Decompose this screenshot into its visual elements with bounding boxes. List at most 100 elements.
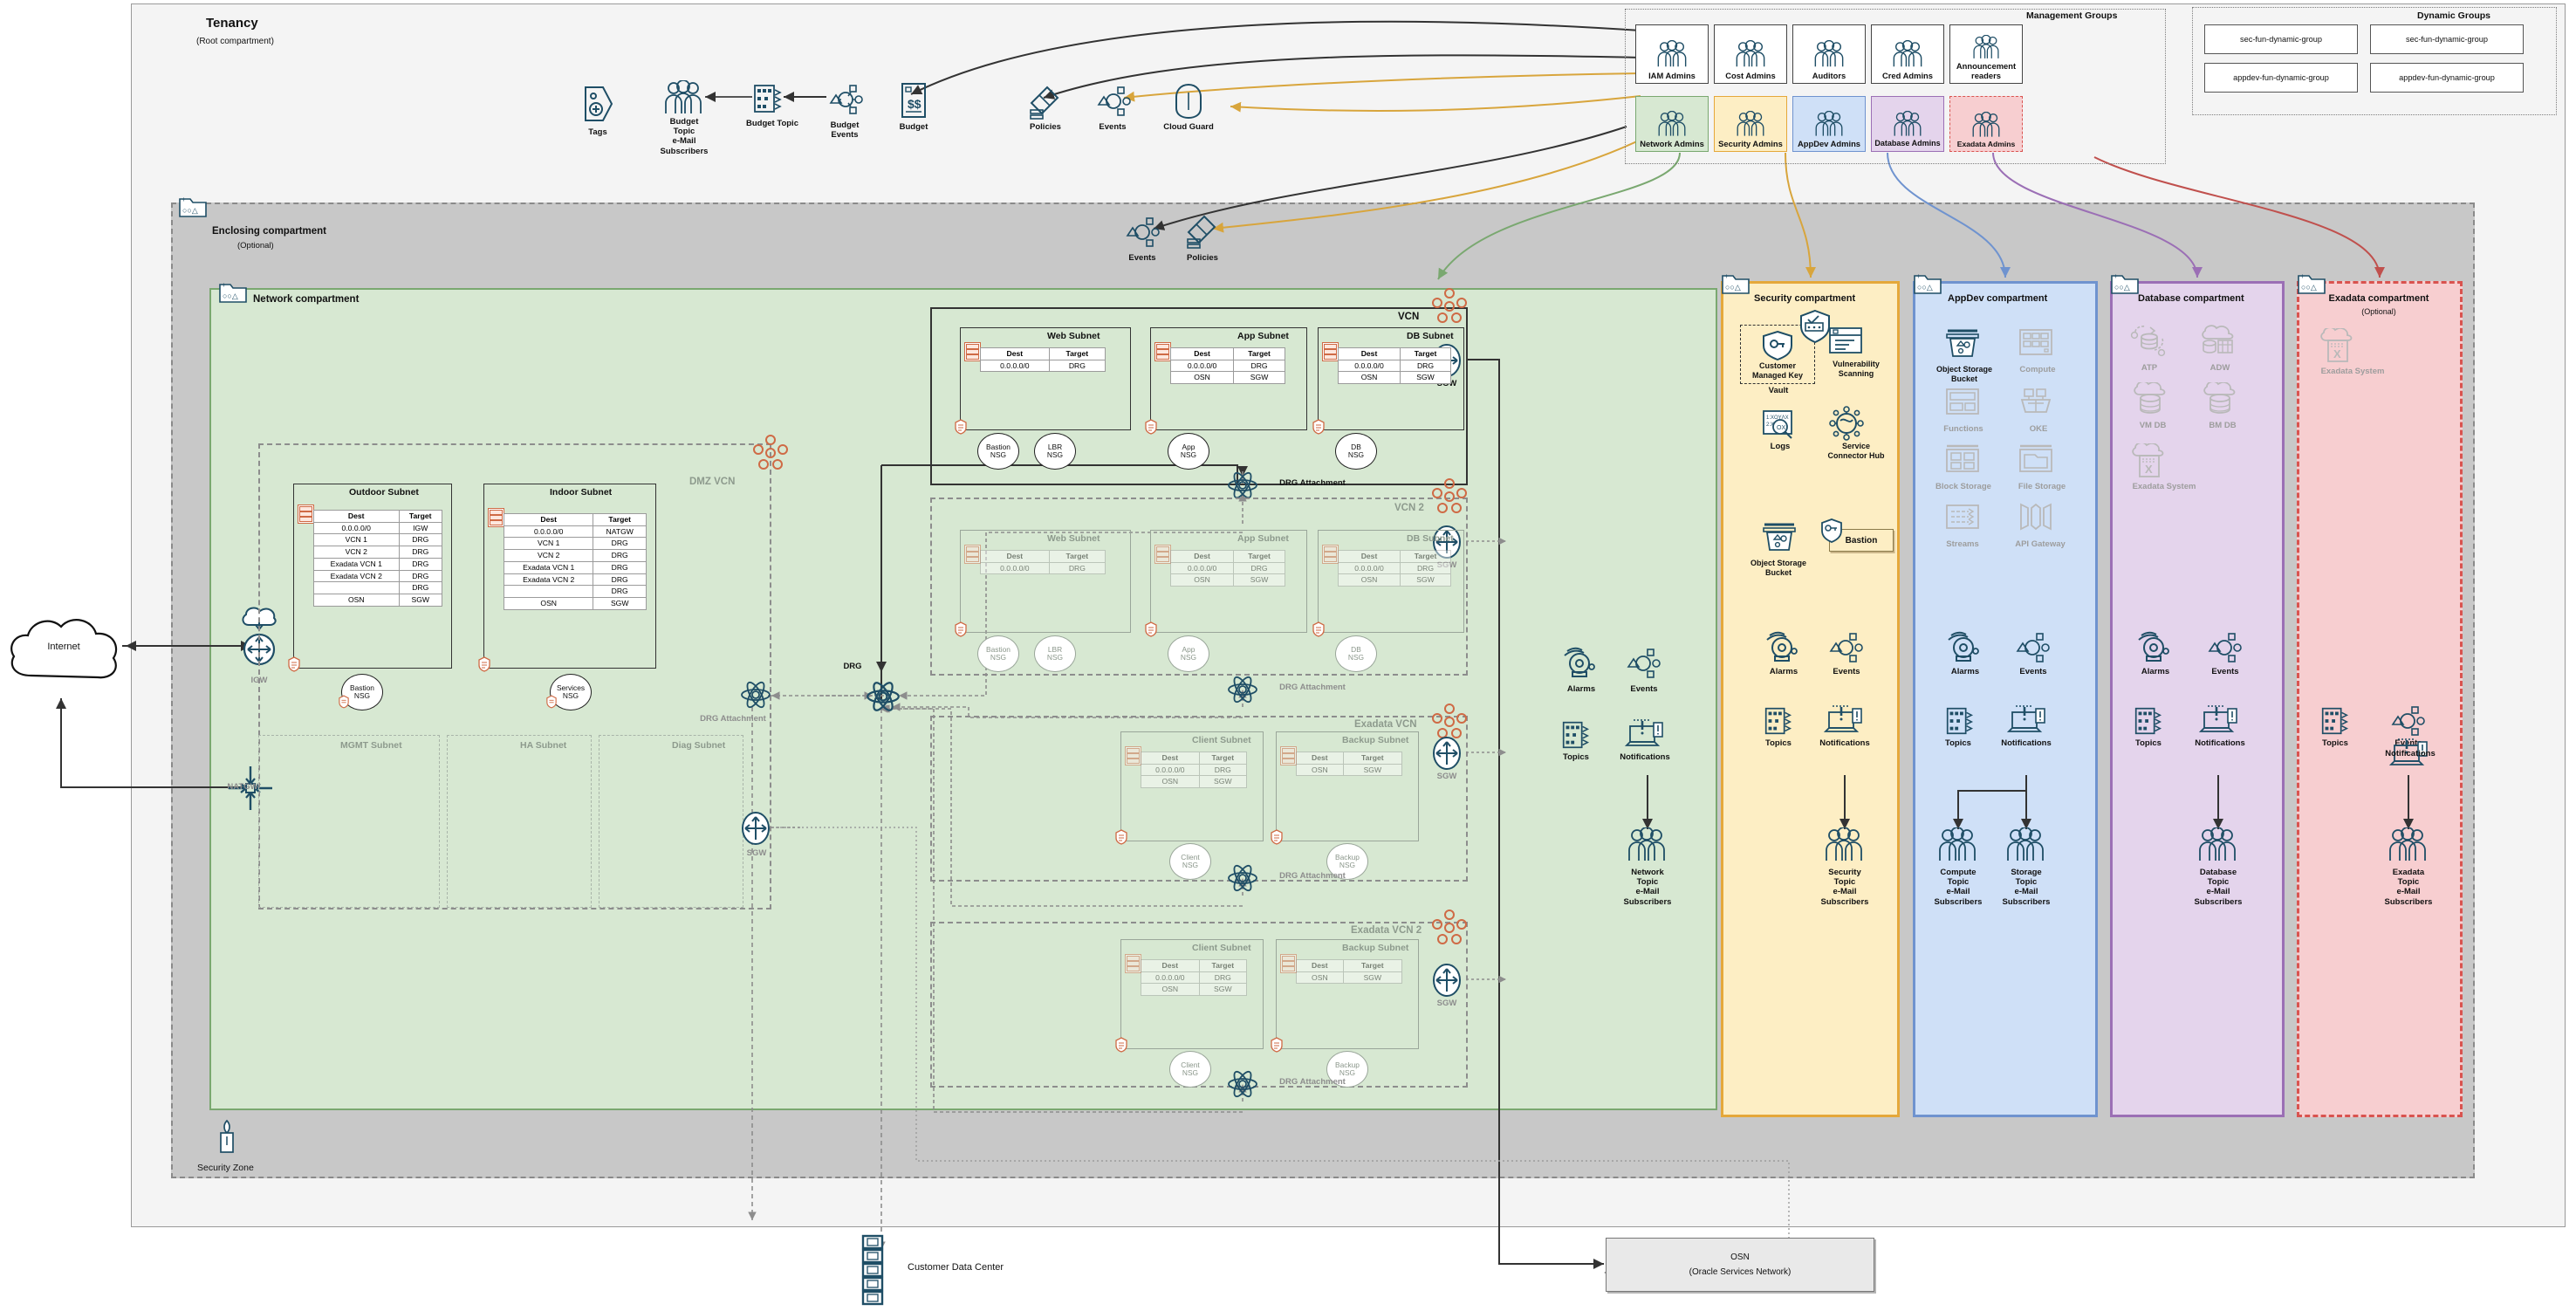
group-exadata-admins[interactable]: Exadata Admins xyxy=(1949,96,2023,152)
group-cred-admins[interactable]: Cred Admins xyxy=(1871,24,1944,84)
route-table-header: Target xyxy=(1048,550,1106,563)
route-table-cell: Exadata VCN 1 xyxy=(503,560,594,574)
drg-attachment-label-vcn2: DRG Attachment xyxy=(1279,683,1346,692)
route-table-row: VCN 2 DRG xyxy=(313,546,442,559)
route-table-app-vcn2: Dest Target 0.0.0.0/0 DRG OSN SGW xyxy=(1169,550,1285,587)
route-table-cell: Exadata VCN 1 xyxy=(313,557,400,571)
drg-attachment-icon-vcn2 xyxy=(1227,674,1258,705)
security-list-icon-outdoor xyxy=(288,656,300,672)
route-table-app-vcn1: Dest Target 0.0.0.0/0 DRG OSN SGW xyxy=(1169,347,1285,385)
route-table-icon-web-vcn1 xyxy=(964,342,981,361)
tenancy-title: Tenancy xyxy=(206,16,258,31)
route-table-cell: VCN 1 xyxy=(503,537,594,551)
route-table-cell: SGW xyxy=(593,597,647,610)
route-table-row: OSN SGW xyxy=(1141,775,1248,789)
group-network-admins[interactable]: Network Admins xyxy=(1635,96,1709,152)
drg-attachment-label-exadata-2: DRG Attachment xyxy=(1279,1077,1346,1087)
route-table-row: 0.0.0.0/0 IGW xyxy=(313,521,442,535)
route-table-cell: 0.0.0.0/0 xyxy=(503,525,594,539)
vcn-hub-icon-exadata-2 xyxy=(1431,909,1468,946)
route-table-row: 0.0.0.0/0 DRG xyxy=(1337,359,1451,373)
route-table-cell: VCN 2 xyxy=(503,549,594,562)
route-table-row: OSN SGW xyxy=(1296,971,1403,985)
group-label: Announcement readers xyxy=(1956,61,2017,80)
group-security-admins[interactable]: Security Admins xyxy=(1714,96,1787,152)
route-table-cell: DRG xyxy=(398,546,442,559)
route-table-header: Dest xyxy=(980,347,1050,360)
enclosing-compartment-subtitle: (Optional) xyxy=(237,241,274,251)
route-table-header: Target xyxy=(593,513,647,526)
budget-icon: $$ xyxy=(899,80,928,120)
topics-icon-appdev xyxy=(1944,704,1976,738)
route-table-cell: DRG xyxy=(1048,359,1106,373)
route-table-cell: Exadata VCN 2 xyxy=(503,573,594,587)
dynamic-group-item[interactable]: appdev-fun-dynamic-group xyxy=(2204,63,2358,93)
group-label: Security Admins xyxy=(1718,138,1783,148)
svg-text:+: + xyxy=(182,196,186,203)
group-label: Network Admins xyxy=(1640,138,1704,148)
network-compartment-title: Network compartment xyxy=(253,294,360,305)
group-cost-admins[interactable]: Cost Admins xyxy=(1714,24,1787,84)
group-iam-admins[interactable]: IAM Admins xyxy=(1635,24,1709,84)
route-table-cell: DRG xyxy=(1048,561,1106,575)
route-table-icon-outdoor xyxy=(298,504,314,524)
route-table-header: Target xyxy=(1342,752,1403,765)
storage-subscribers-label: Storage Topic e-Mail Subscribers xyxy=(2002,868,2051,907)
group-auditors[interactable]: Auditors xyxy=(1792,24,1866,84)
dynamic-group-item[interactable]: appdev-fun-dynamic-group xyxy=(2370,63,2524,93)
group-database-admins[interactable]: Database Admins xyxy=(1871,96,1944,152)
service-connector-hub-icon xyxy=(1827,405,1866,442)
dynamic-group-item[interactable]: sec-fun-dynamic-group xyxy=(2370,24,2524,54)
route-table-cell: 0.0.0.0/0 xyxy=(1169,561,1235,575)
group-label: IAM Admins xyxy=(1648,70,1696,80)
osn-title: OSN xyxy=(1730,1253,1750,1262)
drg-label: DRG xyxy=(843,662,862,671)
events-icon-database xyxy=(2206,630,2243,665)
route-table-row: 0.0.0.0/0 DRG xyxy=(980,561,1106,575)
route-table-row: DRG xyxy=(503,585,647,599)
drg-icon xyxy=(866,679,901,714)
bastion-key-shield-icon xyxy=(1820,518,1843,545)
dynamic-group-item[interactable]: sec-fun-dynamic-group xyxy=(2204,24,2358,54)
route-table-cell: VCN 2 xyxy=(313,546,400,559)
route-table-cell: SGW xyxy=(398,594,442,607)
route-table-row: OSN SGW xyxy=(1337,371,1451,385)
topics-icon-database xyxy=(2133,704,2164,738)
subnet-diag xyxy=(599,735,743,908)
svg-text:$$: $$ xyxy=(908,97,921,111)
nsg-bastion-vcn1: Bastion NSG xyxy=(977,433,1019,470)
route-table-row: Exadata VCN 2 DRG xyxy=(503,573,647,587)
route-table-web-vcn2: Dest Target 0.0.0.0/0 DRG xyxy=(980,550,1106,575)
group-label: Exadata Admins xyxy=(1956,139,2016,148)
users-icon-compute-subscribers xyxy=(1937,827,1977,864)
topics-label-appdev: Topics xyxy=(1945,738,1971,748)
folder-icon-security: ○○△ + xyxy=(1721,271,1750,294)
route-table-icon-client-exadata-2 xyxy=(1125,954,1141,973)
svg-text:○○△: ○○△ xyxy=(223,292,238,300)
security-list-icon-web-vcn1 xyxy=(955,419,967,435)
events-label-enclosing: Events xyxy=(1128,253,1156,263)
folder-icon-appdev: ○○△ + xyxy=(1913,271,1942,294)
exadata-system-label: Exadata System xyxy=(2320,367,2385,376)
svg-text:+: + xyxy=(1916,272,1921,280)
events-icon-enclosing xyxy=(1124,215,1161,250)
events-label-appdev: Events xyxy=(2019,667,2047,676)
security-list-icon-client-exadata-1 xyxy=(1115,829,1127,845)
subnet-mgmt xyxy=(258,735,440,908)
route-table-cell: 0.0.0.0/0 xyxy=(980,359,1050,373)
route-table-cell: 0.0.0.0/0 xyxy=(1141,763,1200,777)
route-table-icon-app-vcn2 xyxy=(1154,545,1171,564)
database-item-label: ADW xyxy=(2209,363,2230,373)
route-table-cell: 0.0.0.0/0 xyxy=(1169,359,1235,373)
group-appdev-admins[interactable]: AppDev Admins xyxy=(1792,96,1866,152)
notifications-label-network: Notifications xyxy=(1620,752,1670,762)
route-table-icon-backup-exadata-2 xyxy=(1280,954,1297,973)
topics-label-exadata: Topics xyxy=(2322,738,2348,748)
subnet-web-vcn1 xyxy=(960,327,1131,430)
security-list-icon-services-nsg xyxy=(546,695,558,710)
alarms-label-security: Alarms xyxy=(1769,667,1798,676)
group-announcement-readers[interactable]: Announcement readers xyxy=(1949,24,2023,84)
oke-icon-appdev xyxy=(2018,386,2054,421)
exadata-compartment-container xyxy=(2297,281,2463,1117)
route-table-icon-web-vcn2 xyxy=(964,545,981,564)
